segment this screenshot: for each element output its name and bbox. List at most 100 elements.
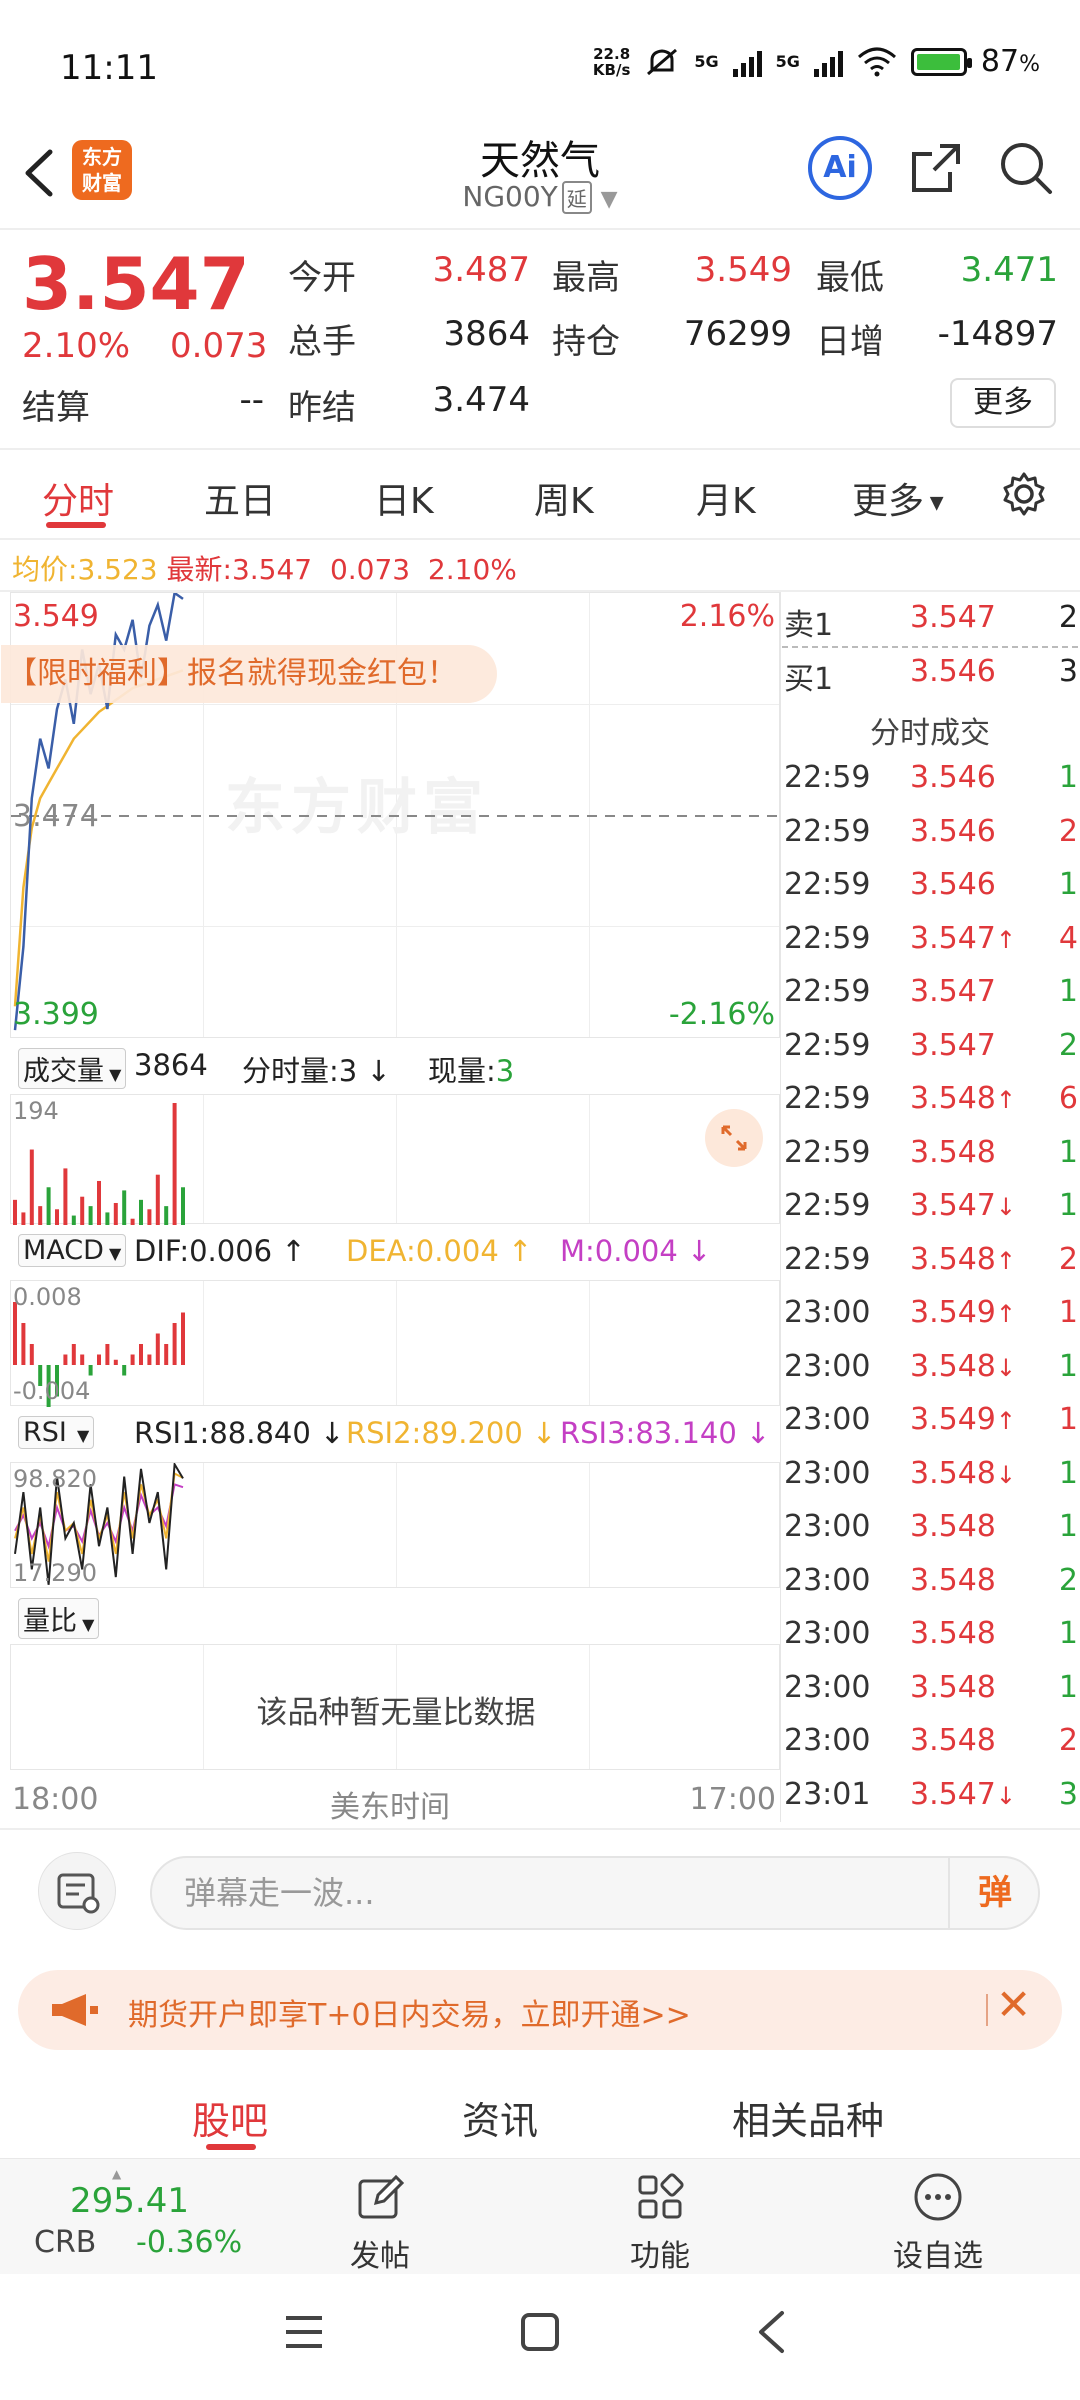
post-button[interactable]: 发帖 bbox=[320, 2171, 440, 2275]
tab-related[interactable]: 相关品种 bbox=[732, 2090, 884, 2145]
volume-min: 分时量:3 ↓ bbox=[242, 1054, 391, 1088]
rsi-panel: 98.820 17.290 bbox=[10, 1462, 780, 1588]
content-tabs: 股吧 资讯 相关品种 bbox=[0, 2070, 1080, 2154]
period-tabs: 分时 五日 日K 周K 月K 更多 ▼ bbox=[0, 452, 1080, 538]
index-value[interactable]: 295.41 bbox=[70, 2181, 189, 2221]
macd-bar bbox=[164, 1344, 169, 1365]
app-header: 东方 财富 天然气 NG00Y 延 ▼ Ai bbox=[0, 120, 1080, 228]
menu-icon[interactable] bbox=[284, 2314, 324, 2350]
quote-panel: 3.547 2.10% 0.073 今开 3.487 最高 3.549 最低 3… bbox=[0, 230, 1080, 450]
macd-dea: DEA:0.004 ↑ bbox=[346, 1234, 533, 1268]
volume-max-label: 194 bbox=[13, 1097, 59, 1125]
instrument-code[interactable]: NG00Y 延 ▼ bbox=[340, 180, 740, 214]
expand-up-icon[interactable]: ▲ bbox=[112, 2167, 121, 2181]
y-min-label: 3.399 bbox=[13, 997, 99, 1032]
volume-label: 总手 bbox=[288, 322, 356, 362]
volume-ratio-selector[interactable]: 量比 ▼ bbox=[18, 1598, 100, 1639]
y-max-label: 3.549 bbox=[13, 599, 99, 634]
volume-bar bbox=[38, 1206, 43, 1225]
signal-icon bbox=[732, 47, 762, 77]
macd-selector[interactable]: MACD ▼ bbox=[18, 1234, 127, 1267]
y-ref-label: 3.474 bbox=[13, 799, 99, 834]
y-min-pct-label: -2.16% bbox=[668, 997, 775, 1032]
volume-now: 现量:3 bbox=[428, 1054, 515, 1088]
macd-bar bbox=[13, 1302, 17, 1365]
add-watchlist-button[interactable]: 设自选 bbox=[878, 2171, 998, 2275]
open-value: 3.487 bbox=[432, 250, 530, 290]
tab-more[interactable]: 更多 ▼ bbox=[852, 472, 944, 524]
volume-ratio-header: 量比 ▼ bbox=[10, 1588, 780, 1644]
rsi-max-label: 98.820 bbox=[13, 1465, 97, 1493]
tab-five-day[interactable]: 五日 bbox=[204, 472, 276, 524]
dropdown-icon: ▼ bbox=[600, 187, 618, 212]
tab-weekly-k[interactable]: 周K bbox=[534, 472, 594, 524]
volume-ratio-empty: 该品种暂无量比数据 bbox=[256, 1695, 536, 1731]
y-max-pct-label: 2.16% bbox=[679, 599, 775, 634]
promo-text[interactable]: 期货开户即享T+0日内交易，立即开通>> bbox=[128, 1990, 691, 2034]
search-icon[interactable] bbox=[996, 138, 1056, 198]
macd-bar bbox=[113, 1359, 118, 1365]
settle-value: -- bbox=[239, 380, 264, 420]
macd-bar bbox=[181, 1312, 185, 1365]
volume-chart-svg bbox=[13, 1103, 185, 1225]
tab-news[interactable]: 资讯 bbox=[462, 2090, 538, 2145]
x-timezone-label: 美东时间 bbox=[330, 1790, 450, 1825]
danmaku-icon bbox=[57, 1873, 100, 1914]
back-nav-icon[interactable] bbox=[756, 2310, 786, 2354]
trade-row: 23:00 3.548 1 bbox=[784, 1616, 1078, 1651]
promo-strip[interactable]: 期货开户即享T+0日内交易，立即开通>> ✕ bbox=[18, 1970, 1062, 2050]
high-label: 最高 bbox=[552, 258, 620, 298]
panel-divider bbox=[780, 592, 781, 1822]
volume-bar bbox=[147, 1209, 152, 1225]
danmaku-input[interactable]: 弹幕走一波... bbox=[150, 1856, 1040, 1930]
expand-icon[interactable] bbox=[705, 1109, 763, 1167]
promo-banner[interactable]: 【限时福利】报名就得现金红包！ bbox=[1, 645, 497, 703]
danmaku-toggle[interactable] bbox=[38, 1852, 116, 1930]
ai-button[interactable]: Ai bbox=[808, 136, 872, 200]
trade-row: 22:59 3.548↑ 2 bbox=[784, 1241, 1078, 1277]
network-speed: 22.8 KB/s bbox=[592, 44, 631, 79]
gear-icon[interactable] bbox=[1000, 470, 1048, 518]
tab-daily-k[interactable]: 日K bbox=[374, 472, 434, 524]
volume-total: 3864 bbox=[134, 1048, 208, 1082]
trade-row: 23:00 3.549↑ 1 bbox=[784, 1402, 1078, 1437]
macd-bar bbox=[130, 1354, 135, 1365]
buy-level: 买1 3.546 3 bbox=[784, 654, 1078, 697]
more-button[interactable]: 更多 bbox=[950, 378, 1056, 428]
rsi-selector[interactable]: RSI ▼ bbox=[18, 1416, 95, 1449]
index-name[interactable]: CRB bbox=[34, 2225, 96, 2260]
tab-intraday[interactable]: 分时 bbox=[42, 472, 114, 524]
volume-bar bbox=[139, 1199, 143, 1225]
battery-icon bbox=[910, 47, 972, 76]
volume-bar bbox=[122, 1190, 127, 1225]
status-icons: 22.8 KB/s 5G 5G 87% bbox=[593, 44, 1040, 79]
macd-bar bbox=[29, 1344, 34, 1365]
function-button[interactable]: 功能 bbox=[600, 2171, 720, 2275]
trade-row: 22:59 3.547↓ 1 bbox=[784, 1188, 1078, 1223]
macd-bar bbox=[155, 1333, 160, 1365]
grid-icon bbox=[638, 2173, 684, 2219]
open-interest-value: 76299 bbox=[683, 314, 792, 354]
intraday-chart[interactable]: 东方财富 3.549 2.16% 3.474 3.399 -2.16% 【限时福… bbox=[1, 592, 781, 1825]
volume-ratio-panel: 该品种暂无量比数据 bbox=[10, 1644, 780, 1770]
index-change[interactable]: -0.36% bbox=[136, 2225, 242, 2260]
volume-bar bbox=[80, 1196, 85, 1225]
trade-row: 22:59 3.546 2 bbox=[784, 813, 1078, 849]
macd-m: M:0.004 ↓ bbox=[560, 1234, 712, 1268]
settle-label: 结算 bbox=[22, 388, 90, 428]
rsi1-value: RSI1:88.840 ↓ bbox=[134, 1416, 345, 1450]
close-icon[interactable]: ✕ bbox=[996, 1980, 1031, 2029]
back-icon[interactable] bbox=[20, 148, 60, 198]
tab-monthly-k[interactable]: 月K bbox=[696, 472, 756, 524]
price-panel[interactable]: 东方财富 3.549 2.16% 3.474 3.399 -2.16% 【限时福… bbox=[1, 592, 781, 1038]
danmaku-send-button[interactable]: 弹 bbox=[948, 1856, 1040, 1930]
bottom-toolbar: ▲ 295.41 CRB -0.36% 发帖 功能 设自选 bbox=[0, 2158, 1080, 2274]
prev-settle-value: 3.474 bbox=[432, 380, 530, 420]
macd-bar bbox=[139, 1344, 143, 1365]
trade-row: 22:59 3.547↑ 4 bbox=[784, 920, 1078, 956]
volume-selector[interactable]: 成交量 ▼ bbox=[18, 1048, 127, 1089]
tab-forum[interactable]: 股吧 bbox=[192, 2090, 268, 2145]
home-icon[interactable] bbox=[520, 2312, 560, 2352]
share-icon[interactable] bbox=[906, 138, 966, 198]
low-value: 3.471 bbox=[960, 250, 1058, 290]
